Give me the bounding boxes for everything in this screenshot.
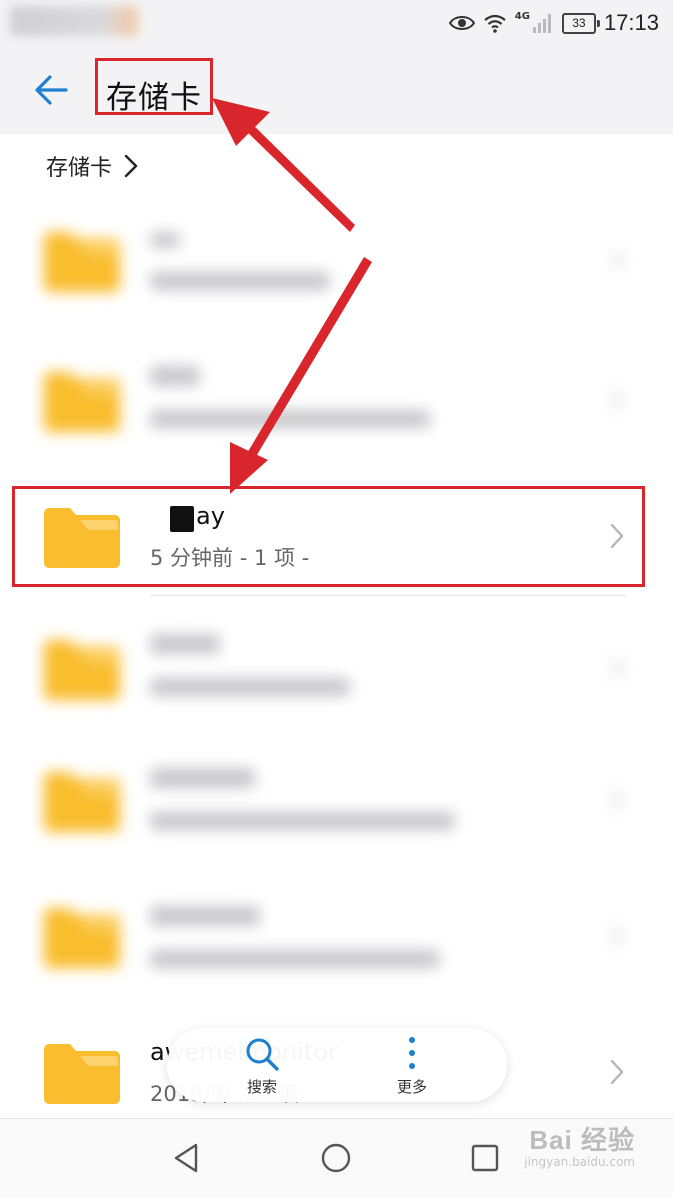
folder-icon	[44, 908, 120, 968]
breadcrumb[interactable]: 存储卡	[46, 150, 138, 182]
search-label: 搜索	[246, 1078, 277, 1096]
more-vertical-icon	[409, 1037, 415, 1069]
back-arrow-icon[interactable]	[30, 68, 74, 112]
chevron-right-icon	[610, 523, 624, 549]
chevron-right-icon	[610, 1059, 624, 1085]
file-name: ay	[196, 502, 225, 530]
eye-icon	[448, 16, 475, 30]
signal-icon	[532, 14, 551, 33]
folder-icon	[44, 772, 120, 832]
folder-icon	[44, 1044, 120, 1104]
chevron-right-icon	[610, 247, 624, 273]
status-time: 17:13	[603, 10, 659, 35]
list-item[interactable]	[0, 340, 673, 460]
app-header: 存储卡	[0, 46, 673, 134]
redaction-mark	[170, 506, 194, 532]
list-item-highlighted[interactable]: ay 5 分钟前 - 1 项 -	[0, 476, 673, 596]
battery-indicator: 33	[561, 12, 600, 34]
chevron-right-icon	[610, 387, 624, 413]
folder-icon	[44, 232, 120, 292]
nav-back-icon[interactable]	[170, 1141, 204, 1175]
list-item[interactable]	[0, 200, 673, 320]
more-label: 更多	[396, 1078, 427, 1096]
search-icon	[246, 1038, 279, 1071]
folder-icon	[44, 640, 120, 700]
list-item[interactable]	[0, 876, 673, 996]
watermark-sub: jingyan.baidu.com	[524, 1155, 635, 1169]
search-button[interactable]: 搜索	[217, 1034, 307, 1096]
status-bar: 4G 33 17:13	[0, 0, 673, 46]
breadcrumb-label[interactable]: 存储卡	[46, 150, 112, 182]
watermark-main: Bai 经验	[529, 1125, 635, 1155]
chevron-right-icon	[610, 655, 624, 681]
chevron-right-icon	[610, 787, 624, 813]
divider	[150, 595, 627, 596]
wifi-icon	[484, 14, 506, 33]
carrier-info-blurred	[10, 6, 138, 36]
folder-icon	[44, 372, 120, 432]
more-button[interactable]: 更多	[367, 1034, 457, 1096]
list-item[interactable]	[0, 740, 673, 860]
baidu-watermark: Bai 经验 jingyan.baidu.com	[524, 1120, 635, 1169]
nav-home-icon[interactable]	[319, 1141, 353, 1175]
folder-icon	[44, 508, 120, 568]
list-item[interactable]	[0, 608, 673, 728]
chevron-right-icon	[610, 923, 624, 949]
status-icons: 4G 33 17:13	[448, 8, 659, 38]
chevron-right-icon	[124, 154, 138, 178]
file-meta: 5 分钟前 - 1 项 -	[150, 546, 310, 570]
network-type-label: 4G	[514, 10, 530, 22]
floating-toolbar: 搜索 更多	[167, 1028, 507, 1102]
page-title: 存储卡	[106, 80, 202, 116]
nav-recents-icon[interactable]	[468, 1141, 502, 1175]
